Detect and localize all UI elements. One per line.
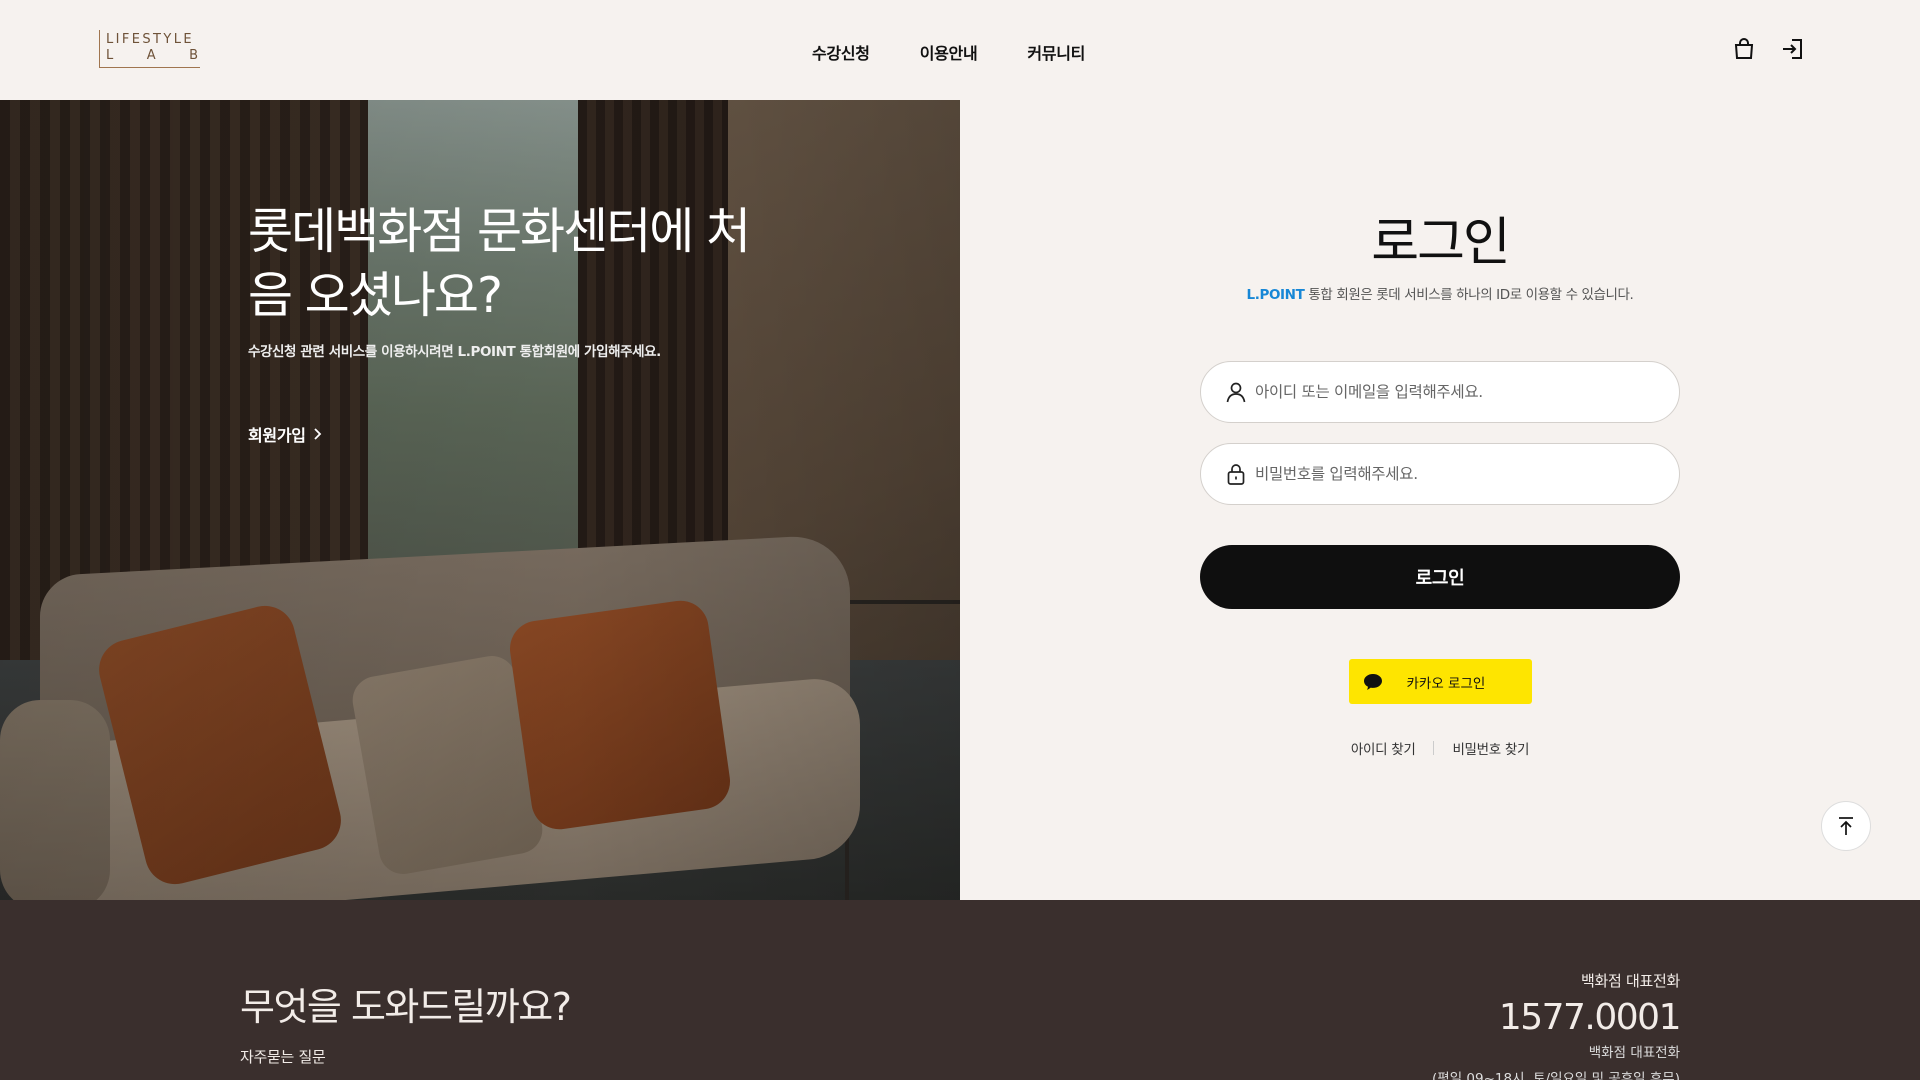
signup-label: 회원가입 <box>248 426 306 445</box>
user-icon <box>1226 382 1246 403</box>
find-password-link[interactable]: 비밀번호 찾기 <box>1452 738 1529 758</box>
header-utilities <box>1731 36 1805 62</box>
hero-subtitle: 수강신청 관련 서비스를 이용하시려면 L.POINT 통합회원에 가입해주세요… <box>248 344 661 360</box>
password-field <box>1200 443 1680 505</box>
tel-number: 1577.0001 <box>1498 997 1682 1038</box>
login-description-text: 통합 회원은 롯데 서비스를 하나의 ID로 이용할 수 있습니다. <box>1308 287 1634 303</box>
nav-item-community[interactable]: 커뮤니티 <box>1027 40 1085 64</box>
hero-text: 롯데백화점 문화센터에 처음 오셨나요? 수강신청 관련 서비스를 이용하시려면… <box>248 200 768 360</box>
login-button[interactable]: 로그인 <box>1200 545 1680 609</box>
shopping-bag-icon[interactable] <box>1731 36 1757 62</box>
lock-icon <box>1227 464 1245 485</box>
tel-sub-label: 백화점 대표전화 <box>1588 1045 1680 1061</box>
password-input[interactable] <box>1255 444 1655 504</box>
find-links: 아이디 찾기 비밀번호 찾기 <box>1200 738 1680 758</box>
logo-text-top: LIFESTYLE <box>106 32 194 47</box>
kakao-login-button[interactable]: 카카오 로그인 <box>1348 659 1532 704</box>
hero-title: 롯데백화점 문화센터에 처음 오셨나요? <box>248 203 751 324</box>
id-field <box>1200 361 1680 423</box>
divider <box>1433 741 1435 755</box>
nav-item-guide[interactable]: 이용안내 <box>920 40 978 64</box>
speech-bubble-icon <box>1363 673 1382 690</box>
main-nav: 수강신청 이용안내 커뮤니티 <box>812 40 1085 64</box>
scroll-to-top-button[interactable] <box>1821 801 1871 851</box>
signup-link[interactable]: 회원가입 <box>248 422 322 446</box>
id-input[interactable] <box>1255 362 1655 422</box>
tel-hours: (평일 09~18시, 토/일요일 및 공휴일 휴무) <box>1432 1071 1680 1080</box>
chevron-right-icon <box>314 428 321 440</box>
login-description: L.POINT 통합 회원은 롯데 서비스를 하나의 ID로 이용할 수 있습니다… <box>1200 283 1680 303</box>
login-panel: 로그인 L.POINT 통합 회원은 롯데 서비스를 하나의 ID로 이용할 수 … <box>1200 200 1680 758</box>
lifestyle-lab-logo[interactable]: LIFESTYLE L A B <box>99 30 200 68</box>
help-title: 무엇을 도와드릴까요? <box>240 985 572 1029</box>
tel-label: 백화점 대표전화 <box>1581 972 1680 990</box>
site-footer: 무엇을 도와드릴까요? 자주묻는 질문 백화점 대표전화 1577.0001 백… <box>0 900 1920 1080</box>
login-icon[interactable] <box>1779 36 1805 62</box>
logo-text-bottom: L A B <box>106 48 198 63</box>
arrow-up-icon <box>1839 817 1853 835</box>
lpoint-brand: L.POINT <box>1246 287 1305 303</box>
kakao-login-label: 카카오 로그인 <box>1406 675 1486 692</box>
nav-item-course-registration[interactable]: 수강신청 <box>812 40 870 64</box>
find-id-link[interactable]: 아이디 찾기 <box>1351 738 1416 758</box>
faq-link[interactable]: 자주묻는 질문 <box>240 1046 326 1067</box>
login-title: 로그인 <box>1371 213 1511 273</box>
contact-info: 백화점 대표전화 1577.0001 백화점 대표전화 (평일 09~18시, … <box>1432 970 1682 1080</box>
site-header: LIFESTYLE L A B 수강신청 이용안내 커뮤니티 <box>0 0 1920 100</box>
